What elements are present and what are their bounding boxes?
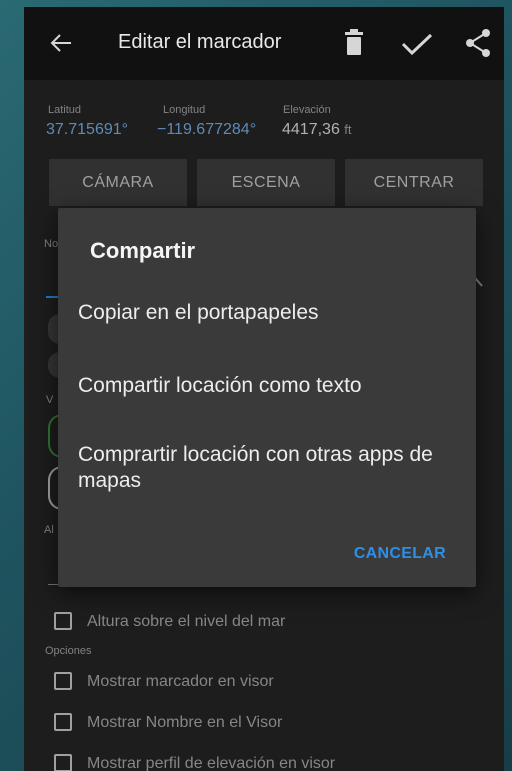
copy-clipboard-option[interactable]: Copiar en el portapapeles: [78, 300, 458, 326]
cancel-button[interactable]: CANCELAR: [354, 545, 446, 563]
page-title: Editar el marcador: [118, 31, 282, 53]
arrow-back-icon[interactable]: [50, 33, 72, 58]
share-icon[interactable]: [465, 29, 491, 62]
share-dialog: Compartir Copiar en el portapapeles Comp…: [58, 208, 476, 587]
checkmark-icon[interactable]: [401, 33, 433, 60]
share-other-apps-option[interactable]: Comprartir locación con otras apps de ma…: [78, 442, 458, 494]
share-as-text-option[interactable]: Compartir locación como texto: [78, 373, 458, 399]
app-bar: Editar el marcador: [24, 7, 504, 80]
app-screen: Editar el marcador Latitud 37.715691° Lo…: [24, 7, 504, 771]
dialog-title: Compartir: [90, 238, 196, 263]
trash-icon[interactable]: [345, 29, 363, 60]
